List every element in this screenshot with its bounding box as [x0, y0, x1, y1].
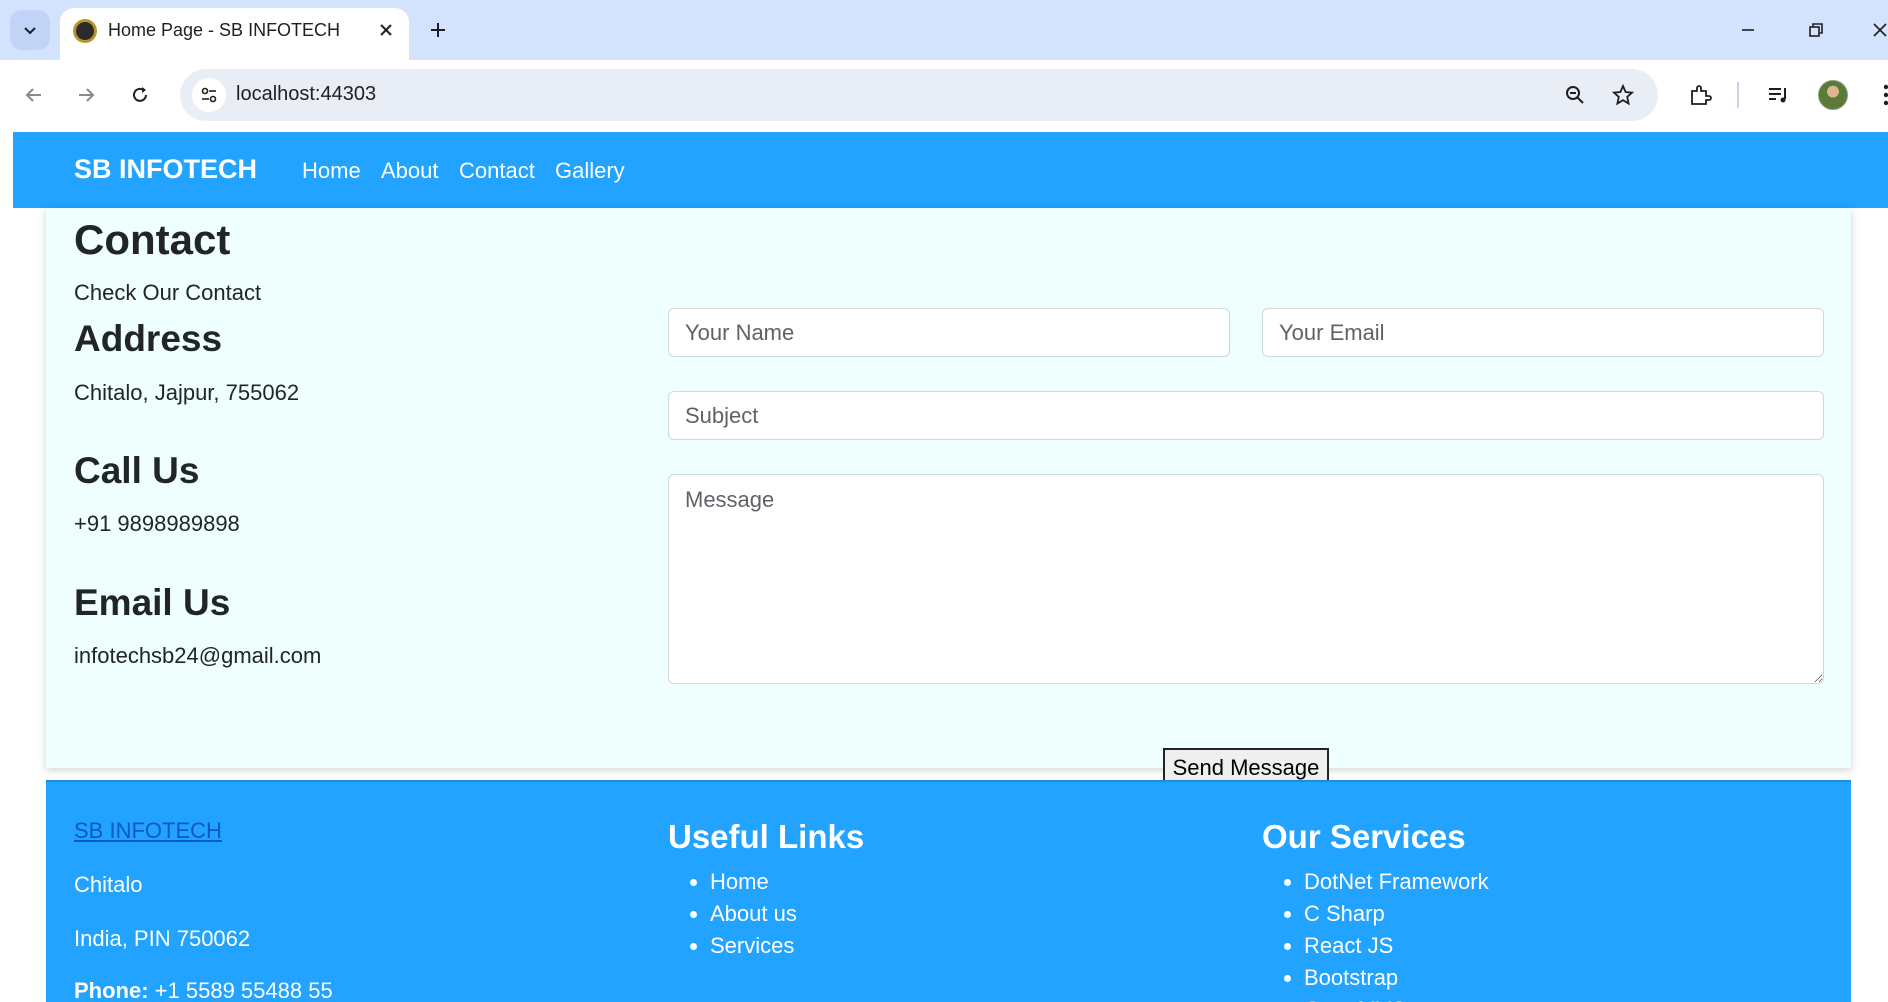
service-item-dotnet[interactable]: DotNet Framework [1304, 866, 1489, 898]
tab-strip: Home Page - SB INFOTECH [0, 0, 1888, 60]
services-heading: Our Services [1262, 818, 1466, 855]
menu-icon[interactable] [1866, 75, 1888, 115]
browser-tab[interactable]: Home Page - SB INFOTECH [60, 8, 409, 60]
close-window-icon[interactable] [1862, 12, 1888, 48]
tab-title: Home Page - SB INFOTECH [108, 20, 341, 40]
email-text: infotechsb24@gmail.com [74, 643, 322, 668]
footer-phone-value: +1 5589 55488 55 [148, 978, 333, 1002]
plus-icon[interactable] [420, 12, 456, 48]
nav-link-home[interactable]: Home [302, 158, 361, 184]
restore-icon[interactable] [1798, 12, 1834, 48]
forward-icon[interactable] [66, 75, 106, 115]
message-textarea[interactable] [668, 474, 1824, 684]
site-footer: SB INFOTECH Chitalo India, PIN 750062 Ph… [46, 780, 1851, 1002]
nav-link-about[interactable]: About [381, 158, 439, 184]
footer-phone-label: Phone: [74, 978, 149, 1002]
name-input[interactable] [668, 308, 1230, 357]
services-list: DotNet Framework C Sharp React JS Bootst… [1262, 866, 1489, 1002]
zoom-icon[interactable] [1560, 80, 1590, 110]
media-icon[interactable] [1758, 75, 1798, 115]
service-item-bootstrap[interactable]: Bootstrap [1304, 962, 1489, 994]
footer-brand-link[interactable]: SB INFOTECH [74, 818, 222, 844]
footer-link-home[interactable]: Home [710, 866, 797, 898]
tab-search-icon[interactable] [10, 10, 50, 50]
phone-text: +91 9898989898 [74, 511, 240, 536]
star-icon[interactable] [1608, 80, 1638, 110]
address-bar[interactable]: localhost:44303 [180, 69, 1658, 121]
email-input[interactable] [1262, 308, 1824, 357]
site-navbar: SB INFOTECH Home About Contact Gallery [13, 132, 1888, 208]
address-text: Chitalo, Jajpur, 755062 [74, 380, 300, 405]
service-item-csharp[interactable]: C Sharp [1304, 898, 1489, 930]
useful-links-heading: Useful Links [668, 818, 865, 855]
address-heading: Address [74, 318, 223, 359]
subject-input[interactable] [668, 391, 1824, 440]
minimize-icon[interactable] [1730, 12, 1766, 48]
page-viewport: SB INFOTECH Home About Contact Gallery C… [0, 130, 1888, 1002]
page-subtitle: Check Our Contact [74, 280, 262, 305]
footer-country-pin: India, PIN 750062 [74, 926, 251, 951]
site-info-icon[interactable] [192, 78, 226, 112]
page-title: Contact [74, 216, 231, 263]
favicon-icon [73, 19, 97, 43]
footer-link-services[interactable]: Services [710, 930, 797, 962]
nav-link-contact[interactable]: Contact [459, 158, 535, 184]
back-icon[interactable] [14, 75, 54, 115]
service-item-core-mvc[interactable]: Core MVC [1304, 994, 1489, 1002]
browser-chrome: Home Page - SB INFOTECH localhost:44303 [0, 0, 1888, 130]
toolbar-divider [1737, 82, 1739, 108]
reload-icon[interactable] [120, 75, 160, 115]
contact-section: Contact Check Our Contact Address Chital… [46, 208, 1851, 788]
call-heading: Call Us [74, 450, 200, 491]
footer-phone: Phone: +1 5589 55488 55 [74, 978, 333, 1002]
footer-city: Chitalo [74, 872, 143, 897]
nav-link-gallery[interactable]: Gallery [555, 158, 625, 184]
avatar[interactable] [1818, 80, 1848, 110]
service-item-react[interactable]: React JS [1304, 930, 1489, 962]
extensions-icon[interactable] [1680, 75, 1720, 115]
url-text[interactable]: localhost:44303 [236, 83, 376, 106]
footer-link-about[interactable]: About us [710, 898, 797, 930]
close-icon[interactable] [372, 16, 400, 44]
useful-links-list: Home About us Services [668, 866, 797, 962]
brand-logo[interactable]: SB INFOTECH [74, 154, 257, 185]
email-heading: Email Us [74, 582, 231, 623]
browser-toolbar: localhost:44303 [0, 60, 1888, 130]
